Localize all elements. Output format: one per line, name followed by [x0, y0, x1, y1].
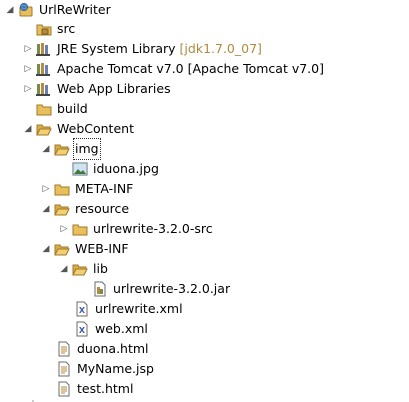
tree-item-urlrewrite-jar[interactable]: urlrewrite-3.2.0.jar — [0, 279, 400, 299]
svg-text:X: X — [79, 306, 86, 315]
tree-item-lib[interactable]: ◢ lib — [0, 259, 400, 279]
tree-item-label: src — [57, 21, 76, 36]
collapse-arrow-icon[interactable]: ▷ — [40, 179, 52, 199]
tree-item-web-app-libraries[interactable]: ▷ Web App Libraries — [0, 79, 400, 99]
tree-item-webcontent[interactable]: ◢ WebContent — [0, 119, 400, 139]
tree-item-label: UrlReWriter — [39, 2, 111, 17]
project-explorer-tree: ◢ UrlReWriter src ▷ JRE System Library [j… — [0, 0, 409, 402]
tree-item-img[interactable]: ◢ img — [0, 138, 400, 160]
tree-item-jre-system-library[interactable]: ▷ JRE System Library [jdk1.7.0_07] — [0, 39, 400, 59]
tree-item-urlrewrite-src[interactable]: ▷ urlrewrite-3.2.0-src — [0, 219, 400, 239]
tree-item-label: MyName.jsp — [77, 361, 154, 376]
tree-item-label: Apache Tomcat v7.0 [Apache Tomcat v7.0] — [57, 61, 324, 76]
collapse-arrow-icon[interactable]: ▷ — [22, 59, 34, 79]
xml-file-icon: X — [76, 301, 88, 317]
tree-item-label: urlrewrite-3.2.0-src — [93, 221, 213, 236]
tree-item-src[interactable]: src — [0, 19, 400, 39]
tree-item-label: META-INF — [75, 181, 134, 196]
tree-item-label: WebContent — [57, 121, 134, 136]
open-folder-icon — [36, 124, 52, 136]
tree-item-myname-jsp[interactable]: MyName.jsp — [0, 359, 400, 379]
web-project-icon — [19, 3, 33, 17]
tree-item-label: lib — [93, 261, 108, 276]
tree-item-resource[interactable]: ◢ resource — [0, 199, 400, 219]
xml-file-icon: X — [76, 321, 88, 337]
tree-item-label: urlrewrite-3.2.0.jar — [113, 281, 231, 296]
tree-item-label: web.xml — [95, 321, 148, 336]
tree-item-label: test.html — [77, 381, 134, 396]
expand-arrow-icon[interactable]: ◢ — [22, 119, 34, 139]
tree-item-build[interactable]: build — [0, 99, 400, 119]
library-icon — [36, 83, 50, 96]
tree-item-label: WEB-INF — [75, 241, 129, 256]
html-file-icon — [58, 381, 70, 397]
svg-text:X: X — [79, 326, 86, 335]
library-icon — [36, 63, 50, 76]
tree-item-label: urlrewrite.xml — [95, 301, 183, 316]
open-folder-icon — [72, 264, 88, 276]
collapse-arrow-icon[interactable]: ▷ — [22, 79, 34, 99]
tree-item-label: build — [57, 101, 88, 116]
tree-item-label: duona.html — [77, 341, 149, 356]
expand-arrow-icon[interactable]: ◢ — [40, 139, 52, 159]
folder-icon — [72, 224, 88, 236]
tree-item-apache-tomcat[interactable]: ▷ Apache Tomcat v7.0 [Apache Tomcat v7.0… — [0, 59, 400, 79]
open-folder-icon — [54, 144, 70, 156]
tree-item-meta-inf[interactable]: ▷ META-INF — [0, 179, 400, 199]
tree-item-test-html[interactable]: test.html — [0, 379, 400, 399]
expand-arrow-icon[interactable]: ◢ — [58, 259, 70, 279]
tree-item-duona-html[interactable]: duona.html — [0, 339, 400, 359]
tree-item-iduona-jpg[interactable]: iduona.jpg — [0, 159, 400, 179]
tree-item-web-xml[interactable]: X web.xml — [0, 319, 400, 339]
image-file-icon — [72, 162, 88, 176]
collapse-arrow-icon[interactable]: ▷ — [22, 39, 34, 59]
open-folder-icon — [54, 244, 70, 256]
tree-item-label: iduona.jpg — [93, 161, 159, 176]
tree-item-web-inf[interactable]: ◢ WEB-INF — [0, 239, 400, 259]
folder-icon — [54, 184, 70, 196]
jsp-file-icon — [58, 361, 70, 377]
tree-item-label: JRE System Library [jdk1.7.0_07] — [57, 41, 262, 56]
tree-item-label: resource — [75, 201, 130, 216]
jre-version-decoration: [jdk1.7.0_07] — [179, 41, 262, 56]
tree-item-urlrewrite-xml[interactable]: X urlrewrite.xml — [0, 299, 400, 319]
expand-arrow-icon[interactable]: ◢ — [4, 0, 16, 20]
tree-item-label: img — [73, 138, 101, 160]
library-icon — [36, 43, 50, 56]
tree-item-label: Web App Libraries — [57, 81, 171, 96]
collapse-arrow-icon[interactable]: ▷ — [58, 219, 70, 239]
jar-file-icon — [94, 281, 106, 297]
expand-arrow-icon[interactable]: ◢ — [40, 239, 52, 259]
source-folder-icon — [36, 24, 52, 36]
tree-item-urlrewriter[interactable]: ◢ UrlReWriter — [0, 0, 400, 20]
open-folder-icon — [54, 204, 70, 216]
html-file-icon — [58, 341, 70, 357]
expand-arrow-icon[interactable]: ◢ — [40, 199, 52, 219]
folder-icon — [36, 104, 52, 116]
